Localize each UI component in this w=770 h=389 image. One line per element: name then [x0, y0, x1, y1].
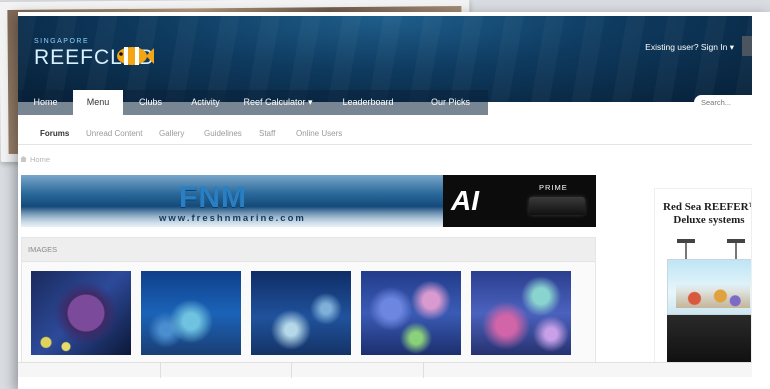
- main-nav: Home Menu Clubs Activity Reef Calculator…: [18, 90, 752, 115]
- red-sea-reefer-ad[interactable]: Red Sea REEFER™ Deluxe systems: [654, 188, 752, 366]
- gallery-thumbnail[interactable]: [471, 271, 571, 355]
- nav-tab-menu[interactable]: Menu: [73, 90, 123, 115]
- sub-nav: Forums Unread Content Gallery Guidelines…: [18, 123, 752, 145]
- gallery-thumbnail[interactable]: [251, 271, 351, 355]
- breadcrumb-home: Home: [30, 155, 51, 164]
- gallery-thumbnail[interactable]: [361, 271, 461, 355]
- sign-up-button[interactable]: [742, 36, 752, 56]
- site-logo[interactable]: SINGAPORE REEFCLUB: [34, 38, 154, 70]
- nav-tab-leaderboard[interactable]: Leaderboard: [323, 90, 413, 115]
- subnav-guidelines[interactable]: Guidelines: [204, 129, 242, 138]
- ad-title-line1: Red Sea REEFER™: [663, 201, 752, 213]
- sign-in-link[interactable]: Existing user? Sign In ▾: [645, 42, 734, 53]
- ai-logo: AI: [451, 185, 479, 216]
- search-input[interactable]: [694, 95, 752, 110]
- nav-tab-activity[interactable]: Activity: [178, 90, 233, 115]
- subnav-gallery[interactable]: Gallery: [159, 129, 184, 138]
- breadcrumb[interactable]: Home: [20, 155, 50, 164]
- clownfish-icon: [117, 47, 154, 65]
- light-fixture-image: [529, 197, 585, 215]
- bottom-strip: [18, 362, 752, 378]
- fnm-url: www.freshnmarine.com: [159, 213, 306, 224]
- subnav-online-users[interactable]: Online Users: [296, 129, 342, 138]
- nav-tab-our-picks[interactable]: Our Picks: [413, 90, 488, 115]
- subnav-unread-content[interactable]: Unread Content: [86, 129, 142, 138]
- ai-product-name: PRIME: [539, 183, 568, 192]
- divider: [291, 363, 292, 378]
- ad-title: Red Sea REEFER™ Deluxe systems: [663, 201, 752, 227]
- nav-tab-home[interactable]: Home: [18, 90, 73, 115]
- gallery-thumbnail[interactable]: [141, 271, 241, 355]
- aquarium-tank-image: [667, 259, 751, 315]
- fnm-banner-ad[interactable]: FNM www.freshnmarine.com: [21, 175, 443, 227]
- subnav-staff[interactable]: Staff: [259, 129, 275, 138]
- ad-title-line2: Deluxe systems: [673, 214, 745, 226]
- subnav-forums[interactable]: Forums: [40, 129, 69, 138]
- images-heading: IMAGES: [22, 238, 595, 262]
- images-widget: IMAGES: [21, 237, 596, 377]
- nav-tab-reef-calculator[interactable]: Reef Calculator ▾: [233, 90, 323, 115]
- aquarium-light-image: [727, 239, 745, 259]
- aquarium-light-image: [677, 239, 695, 259]
- ai-prime-banner-ad[interactable]: AI PRIME: [443, 175, 596, 227]
- fnm-logo: FNM: [179, 181, 247, 214]
- nav-tab-clubs[interactable]: Clubs: [123, 90, 178, 115]
- home-icon: [20, 156, 27, 162]
- aquarium-cabinet-image: [667, 315, 751, 363]
- divider: [423, 363, 424, 378]
- gallery-thumbnail[interactable]: [31, 271, 131, 355]
- divider: [160, 363, 161, 378]
